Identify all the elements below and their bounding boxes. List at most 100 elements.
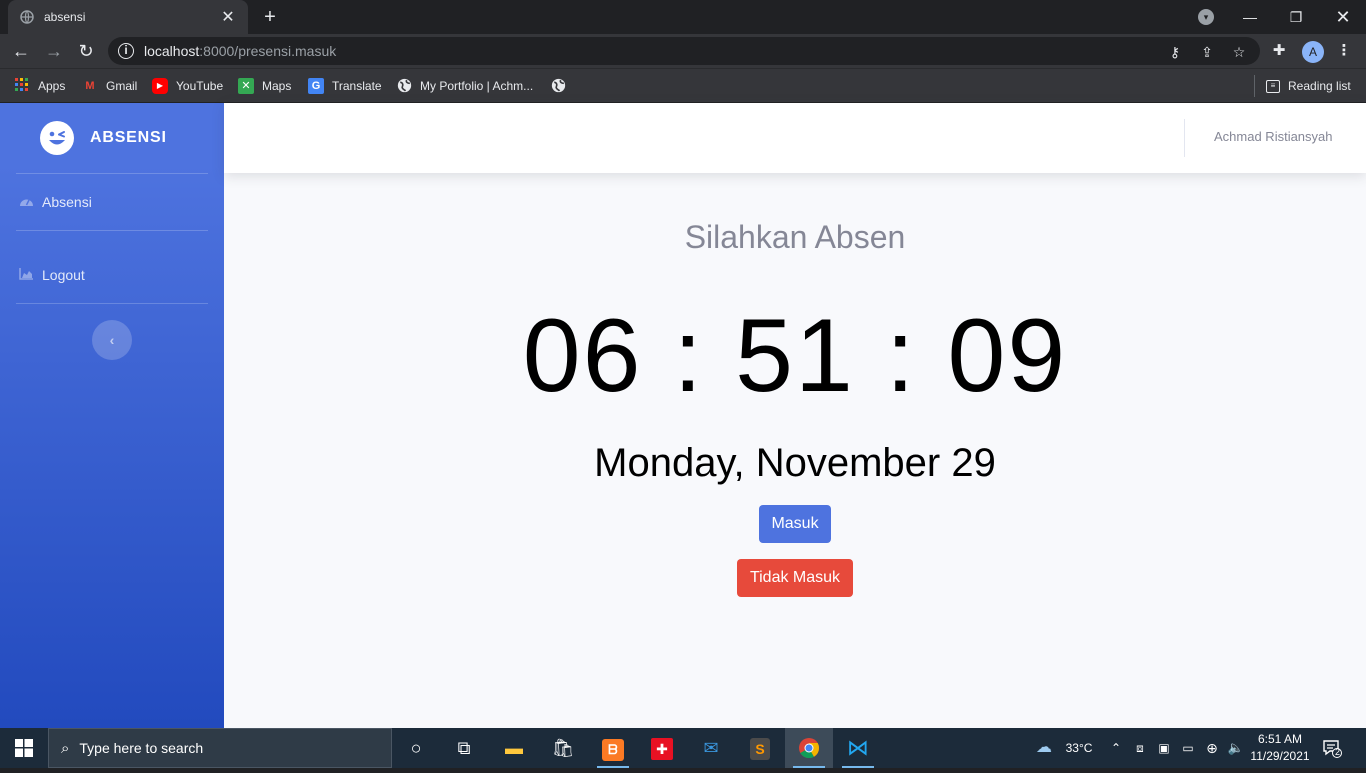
page-title: Silahkan Absen xyxy=(684,219,906,255)
browser-toolbar: ← → ↻ i localhost:8000/presensi.masuk ⚷ … xyxy=(0,34,1366,68)
taskbar-search-input[interactable]: ⌕ Type here to search xyxy=(48,728,392,768)
bookmark-star-icon[interactable]: ☆ xyxy=(1230,44,1248,61)
bookmark-label: Maps xyxy=(262,79,292,93)
chrome-icon[interactable] xyxy=(785,728,833,768)
share-icon[interactable]: ⇪ xyxy=(1198,44,1216,61)
volume-icon[interactable]: 🔈 xyxy=(1226,728,1246,768)
bookmark-label: Apps xyxy=(38,79,66,93)
forward-icon[interactable]: → xyxy=(42,39,66,63)
sidebar-brand[interactable]: ABSENSI xyxy=(0,103,224,173)
topbar-divider xyxy=(1184,119,1185,157)
brand-name: ABSENSI xyxy=(90,129,167,146)
globe-icon xyxy=(396,78,412,94)
sidebar-item-label: Absensi xyxy=(42,194,92,210)
main-content: Silahkan Absen 06 : 51 : 09 Monday, Nove… xyxy=(224,173,1366,728)
security-icon[interactable]: ▣ xyxy=(1154,728,1174,768)
tab-search-icon[interactable]: ▾ xyxy=(1198,9,1214,25)
bookmark-label: My Portfolio | Achm... xyxy=(420,79,534,93)
bookmarks-divider xyxy=(1254,75,1255,97)
search-icon: ⌕ xyxy=(61,739,70,757)
weather-temp[interactable]: 33°C xyxy=(1060,728,1098,768)
close-tab-icon[interactable]: ✕ xyxy=(220,7,236,27)
reading-list-icon: ≡ xyxy=(1266,79,1280,93)
taskbar: ⌕ Type here to search ○ ⧉ ▬ 🛍 ᗷ ✚ ✉ S ⋈ … xyxy=(0,728,1366,768)
back-icon[interactable]: ← xyxy=(9,39,33,63)
browser-tab-bar: absensi ✕ + ▾ — ❐ ✕ xyxy=(0,0,1366,34)
clock-date: 11/29/2021 xyxy=(1250,749,1310,763)
youtube-icon: ▶ xyxy=(152,78,168,94)
tachometer-icon xyxy=(18,195,34,210)
cortana-icon[interactable]: ○ xyxy=(392,728,440,768)
address-bar[interactable]: i localhost:8000/presensi.masuk ⚷ ⇪ ☆ xyxy=(108,37,1260,65)
sidebar-divider xyxy=(16,230,208,231)
url-path: :8000/presensi.masuk xyxy=(199,43,337,59)
windows-start-icon[interactable] xyxy=(0,728,48,768)
globe-icon xyxy=(550,78,566,94)
sidebar-toggle-button[interactable]: ‹ xyxy=(92,320,132,360)
task-view-icon[interactable]: ⧉ xyxy=(440,728,488,768)
bookmark-label: YouTube xyxy=(176,79,224,93)
key-icon[interactable]: ⚷ xyxy=(1166,44,1184,61)
current-date: Monday, November 29 xyxy=(594,441,996,485)
sidebar-item-label: Logout xyxy=(42,267,85,283)
bookmark-apps[interactable]: Apps xyxy=(14,77,65,95)
xampp-icon[interactable]: ᗷ xyxy=(589,728,637,768)
battery-icon[interactable]: ▭ xyxy=(1178,728,1198,768)
reload-icon[interactable]: ↻ xyxy=(74,39,98,63)
gift-icon[interactable]: ✚ xyxy=(638,728,686,768)
tab-title: absensi xyxy=(44,10,86,24)
restore-button[interactable]: ❐ xyxy=(1273,0,1319,34)
laugh-wink-icon xyxy=(40,121,74,155)
sublime-text-icon[interactable]: S xyxy=(736,728,784,768)
translate-icon: G xyxy=(308,78,324,94)
chevron-left-icon: ‹ xyxy=(109,332,115,348)
sidebar-divider xyxy=(16,303,208,304)
vscode-icon[interactable]: ⋈ xyxy=(834,728,882,768)
extensions-icon[interactable]: ✚ xyxy=(1270,43,1288,59)
sidebar: ABSENSI Absensi Logout ‹ xyxy=(0,103,224,728)
bookmarks-bar: Apps M Gmail ▶ YouTube ✕ Maps G Translat… xyxy=(0,68,1366,102)
bookmark-globe[interactable] xyxy=(550,77,574,95)
close-window-button[interactable]: ✕ xyxy=(1320,0,1366,34)
chart-area-icon xyxy=(18,267,34,283)
notification-count: 2 xyxy=(1334,747,1340,757)
masuk-button[interactable]: Masuk xyxy=(759,505,831,543)
bookmark-portfolio[interactable]: My Portfolio | Achm... xyxy=(396,77,533,95)
bookmark-gmail[interactable]: M Gmail xyxy=(82,77,137,95)
user-name[interactable]: Achmad Ristiansyah xyxy=(1214,129,1333,144)
digital-clock: 06 : 51 : 09 xyxy=(522,298,1068,414)
globe-icon xyxy=(20,10,34,24)
apps-grid-icon xyxy=(14,78,30,94)
new-tab-button[interactable]: + xyxy=(258,5,282,29)
notification-center-icon[interactable]: 2 xyxy=(1322,738,1342,758)
topbar: Achmad Ristiansyah xyxy=(224,103,1366,173)
meet-now-icon[interactable]: ⧈ xyxy=(1130,728,1150,768)
network-globe-icon[interactable]: ⊕ xyxy=(1202,728,1222,768)
gmail-icon: M xyxy=(85,80,95,92)
reading-list-button[interactable]: ≡ Reading list xyxy=(1266,77,1351,95)
mail-icon[interactable]: ✉ xyxy=(687,728,735,768)
maps-icon: ✕ xyxy=(238,78,254,94)
url-host: localhost xyxy=(144,43,200,59)
tidak-masuk-button[interactable]: Tidak Masuk xyxy=(737,559,853,597)
clock-time: 6:51 AM xyxy=(1257,732,1303,746)
bookmark-label: Translate xyxy=(332,79,382,93)
bookmark-maps[interactable]: ✕ Maps xyxy=(238,77,291,95)
minimize-button[interactable]: — xyxy=(1227,0,1273,34)
bookmark-translate[interactable]: G Translate xyxy=(308,77,382,95)
file-explorer-icon[interactable]: ▬ xyxy=(490,728,538,768)
store-icon[interactable]: 🛍 xyxy=(539,728,587,768)
weather-icon[interactable]: ☁ xyxy=(1030,728,1058,768)
sidebar-item-absensi[interactable]: Absensi xyxy=(0,174,224,230)
system-clock[interactable]: 6:51 AM 11/29/2021 xyxy=(1248,731,1312,765)
chevron-up-icon[interactable]: ⌃ xyxy=(1106,728,1126,768)
avatar[interactable]: A xyxy=(1302,41,1324,63)
bookmark-youtube[interactable]: ▶ YouTube xyxy=(152,77,223,95)
reading-list-label: Reading list xyxy=(1288,79,1351,93)
sidebar-item-logout[interactable]: Logout xyxy=(0,247,224,303)
menu-icon[interactable]: ⋮ xyxy=(1335,43,1353,59)
site-info-icon[interactable]: i xyxy=(118,43,134,59)
search-placeholder: Type here to search xyxy=(79,740,204,756)
browser-tab[interactable]: absensi ✕ xyxy=(8,0,248,34)
bookmark-label: Gmail xyxy=(106,79,138,93)
